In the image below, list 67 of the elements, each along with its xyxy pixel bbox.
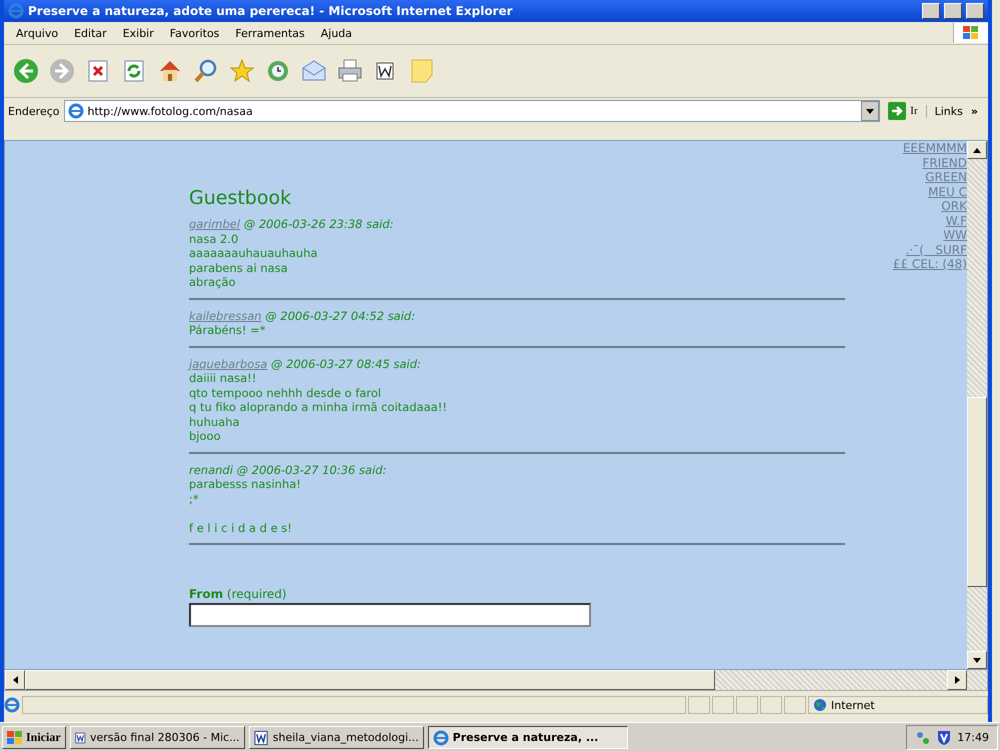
status-pane bbox=[760, 696, 782, 714]
window-title: Preserve a natureza, adote uma perereca! - Microsoft Internet Explorer bbox=[28, 4, 514, 18]
comment-text: parabesss nasinha! bbox=[189, 477, 302, 492]
comment-text: Párabéns! =* bbox=[189, 323, 267, 338]
status-pane bbox=[688, 696, 710, 714]
author-name: renandi bbox=[189, 462, 233, 476]
links-button[interactable]: Links » bbox=[926, 104, 984, 118]
forward-icon bbox=[48, 57, 76, 85]
favorites-icon bbox=[228, 57, 256, 85]
shield-icon bbox=[937, 730, 952, 746]
comment-header: renandi @ 2006-03-27 10:36 said: bbox=[189, 462, 388, 477]
address-label: Endereço bbox=[8, 104, 60, 118]
guestbook-heading: Guestbook bbox=[189, 187, 292, 209]
page-status-icon bbox=[4, 697, 20, 713]
left-arrow-icon bbox=[12, 676, 18, 684]
clock: 17:49 bbox=[957, 731, 989, 744]
back-icon bbox=[12, 57, 40, 85]
close-button[interactable] bbox=[966, 3, 984, 19]
windows-flag-icon bbox=[953, 23, 988, 43]
comment-text: qto tempooo nehhh desde o farol bbox=[189, 386, 382, 400]
start-button[interactable]: Iniciar bbox=[2, 726, 66, 749]
globe-icon bbox=[813, 698, 827, 712]
input-field[interactable] bbox=[189, 603, 591, 627]
comment-text: q tu fiko aloprando a minha irmã coitadaaa!! bbox=[189, 400, 448, 414]
scrollbar[interactable] bbox=[967, 141, 987, 669]
menu-item[interactable]: Arquivo bbox=[8, 24, 66, 42]
comment-text: huhuaha bbox=[189, 414, 241, 429]
caret-icon bbox=[866, 108, 874, 114]
status-pane bbox=[712, 696, 734, 714]
menu-item[interactable]: Editar bbox=[66, 24, 115, 42]
comment-text: ;* bbox=[189, 492, 200, 506]
menu-item[interactable]: Ferramentas bbox=[227, 24, 313, 42]
browser-icon bbox=[8, 3, 24, 19]
maximize-button[interactable] bbox=[944, 3, 962, 19]
comment-text: daiiii nasa!! bbox=[189, 371, 258, 386]
taskbar-button[interactable]: Preserve a natureza, ... bbox=[428, 726, 628, 749]
menu-item[interactable]: Ajuda bbox=[312, 24, 360, 42]
go-button[interactable]: Ir bbox=[884, 102, 922, 120]
field-label: From (required) bbox=[189, 587, 288, 601]
status-pane bbox=[784, 696, 806, 714]
menu-item[interactable]: Exibir bbox=[114, 24, 162, 42]
document-icon bbox=[74, 730, 86, 746]
comment-text: nasa 2.0 bbox=[189, 232, 240, 246]
menu-item[interactable]: Favoritos bbox=[162, 24, 228, 42]
zone-label: Internet bbox=[831, 698, 875, 712]
comment-text: f e l i c i d a d e s! bbox=[189, 520, 293, 535]
document-icon bbox=[254, 730, 269, 746]
right-arrow-icon bbox=[954, 676, 960, 684]
comment-header: jaquebarbosa @ 2006-03-27 08:45 said: bbox=[189, 356, 422, 371]
comment-text: bjooo bbox=[189, 429, 222, 444]
horizontal-scrollbar[interactable] bbox=[4, 670, 988, 691]
windows-flag-icon bbox=[7, 730, 23, 744]
address-field[interactable]: http://www.fotolog.com/nasaa bbox=[64, 100, 880, 122]
up-arrow-icon bbox=[973, 148, 981, 152]
taskbar-button[interactable]: versão final 280306 - Mic... bbox=[70, 726, 245, 749]
comment-text: abração bbox=[189, 275, 237, 290]
browser-icon bbox=[432, 730, 449, 746]
comment-header: garimbel @ 2006-03-26 23:38 said: bbox=[189, 217, 395, 232]
down-arrow-icon bbox=[973, 658, 981, 662]
taskbar-button[interactable]: sheila_viana_metodologi... bbox=[248, 726, 424, 749]
comment-text: parabens ai nasa bbox=[189, 260, 289, 275]
page-icon bbox=[68, 103, 84, 119]
comment-text: aaaaaaauhauauhauha bbox=[189, 246, 319, 260]
dropdown-button[interactable] bbox=[861, 101, 880, 121]
comment-header: kailebressan @ 2006-03-27 04:52 said: bbox=[189, 308, 416, 323]
status-pane bbox=[736, 696, 758, 714]
minimize-button[interactable] bbox=[922, 3, 940, 19]
